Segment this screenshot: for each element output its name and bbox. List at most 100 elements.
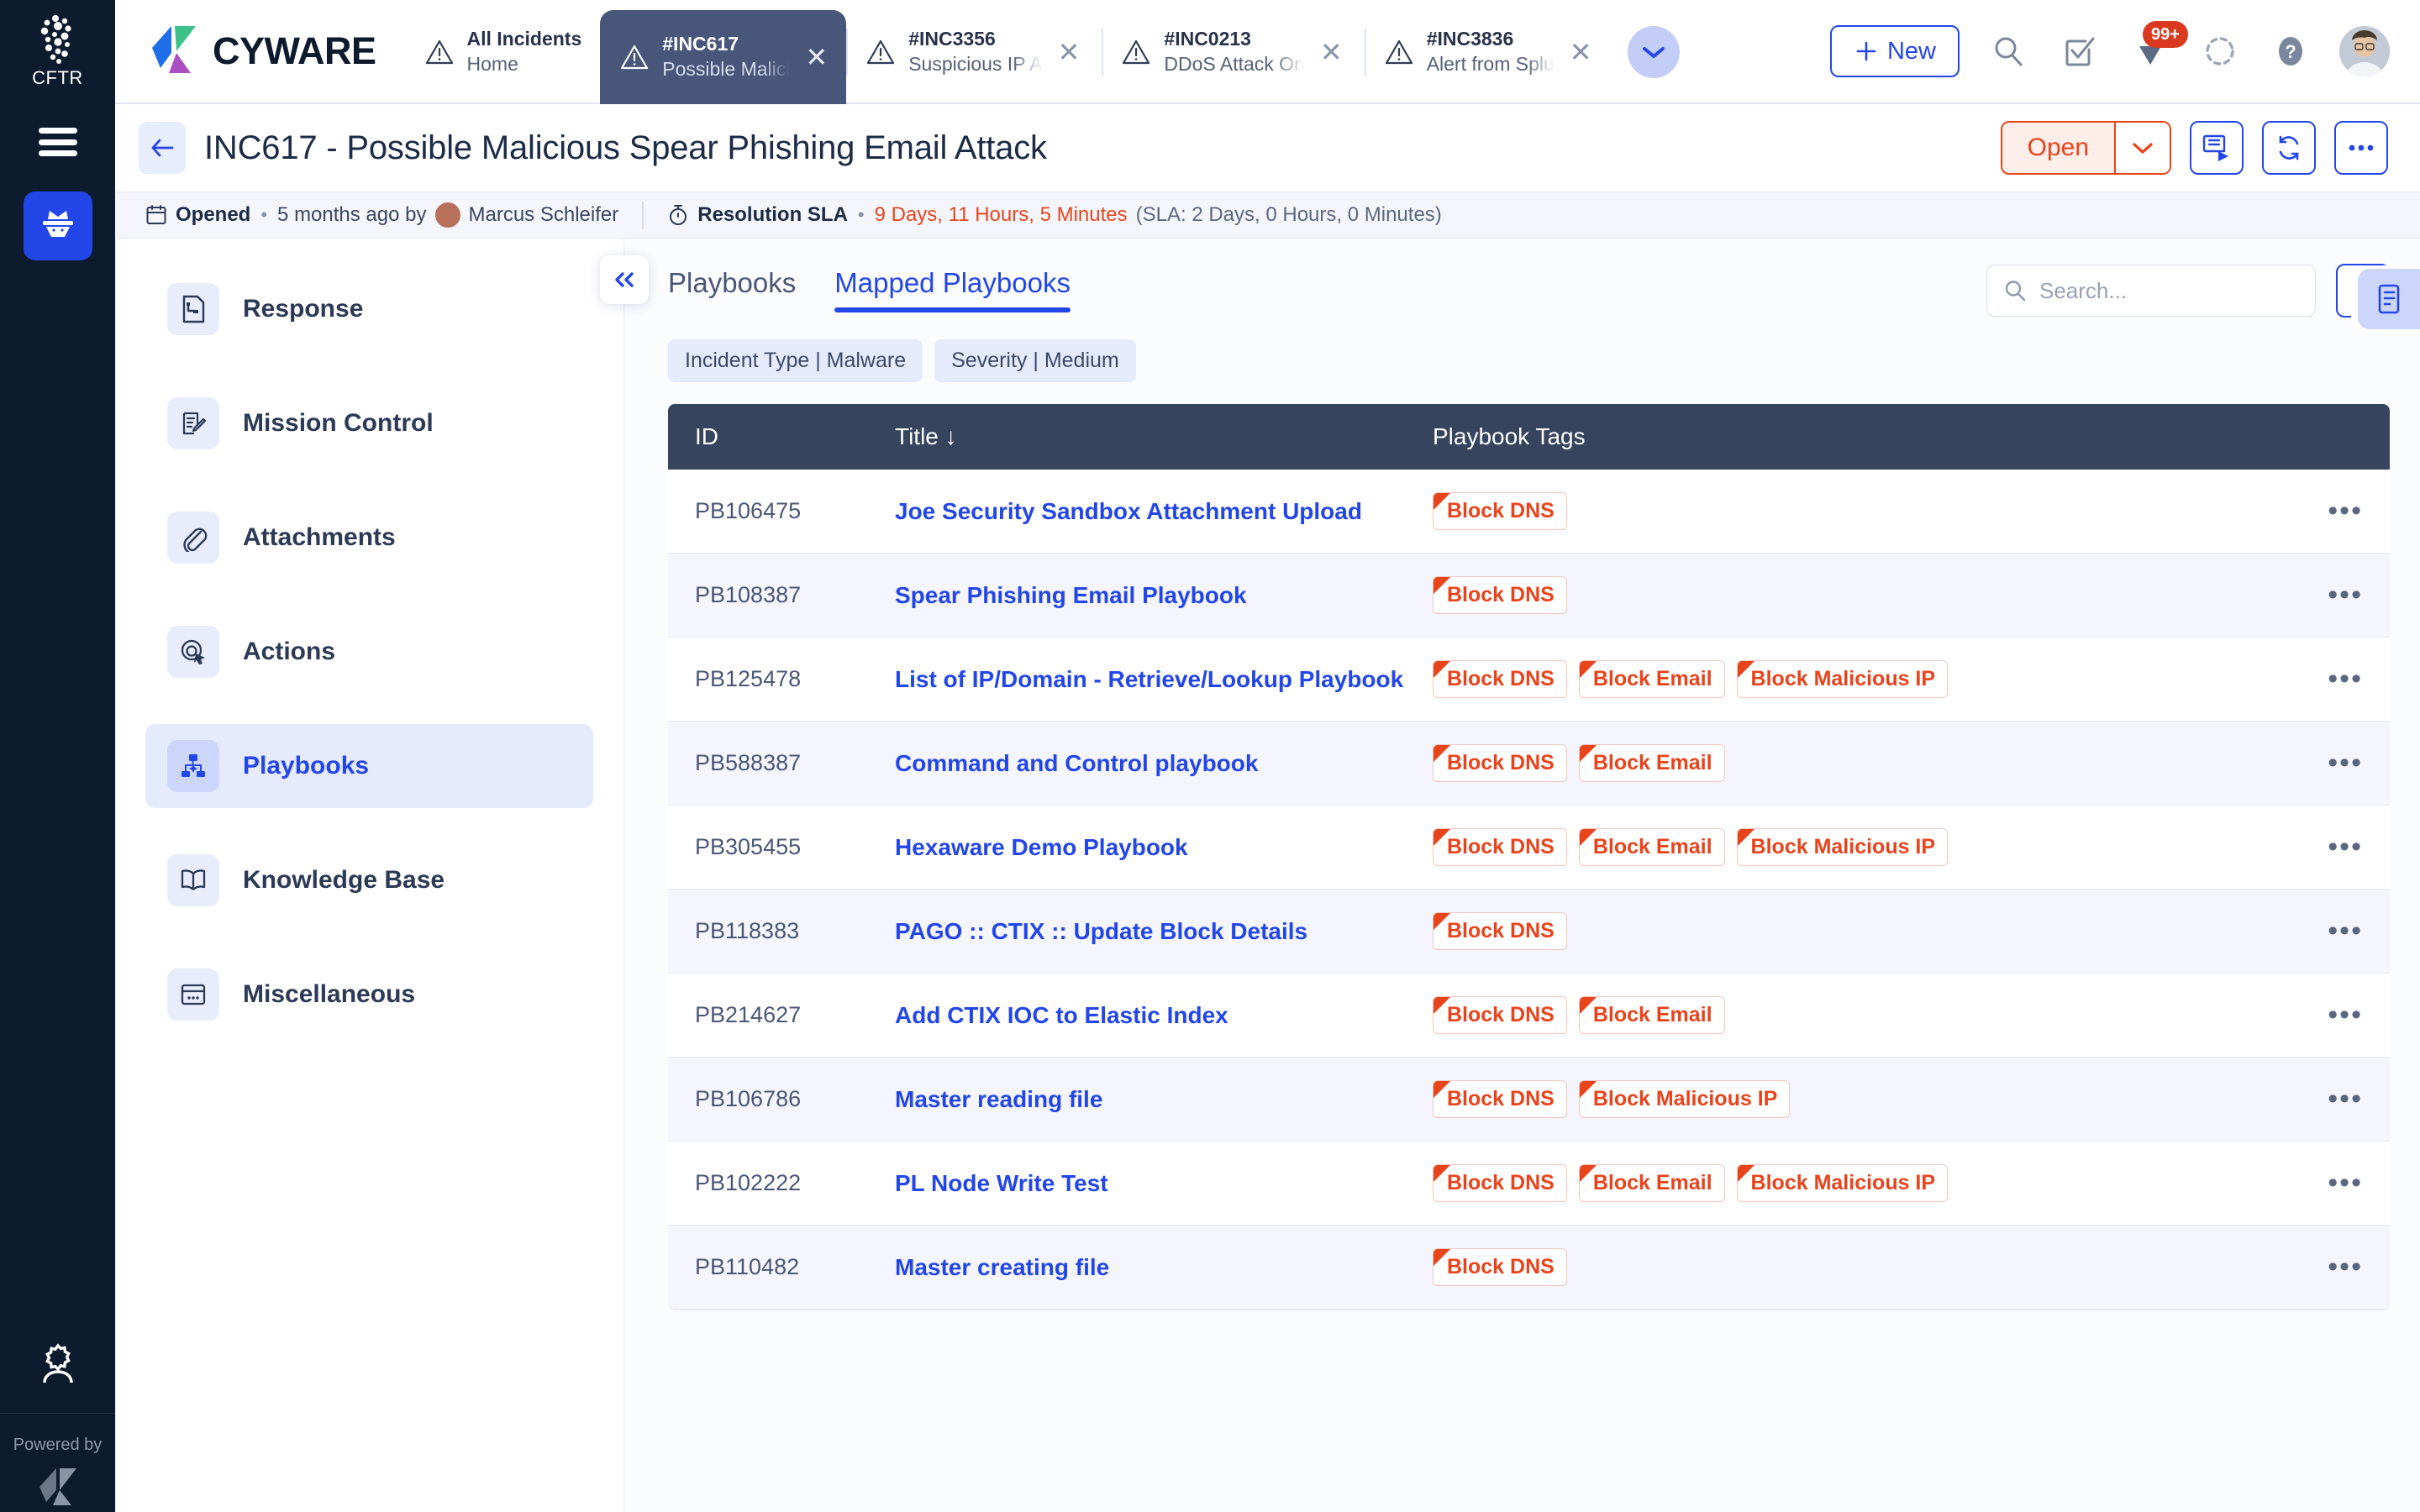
playbook-tag[interactable]: Block Email [1579, 744, 1725, 783]
search-input[interactable] [2039, 278, 2300, 304]
dashed-circle-icon[interactable] [2198, 29, 2242, 73]
playbook-title-link[interactable]: PAGO :: CTIX :: Update Block Details [895, 918, 1307, 944]
chevron-down-icon[interactable] [1628, 26, 1680, 78]
kebab-more-icon[interactable]: ••• [2286, 1092, 2363, 1106]
column-header-tags[interactable]: Playbook Tags [1433, 423, 2286, 450]
playbook-tag[interactable]: Block DNS [1433, 576, 1567, 615]
table-row[interactable]: PB588387Command and Control playbookBloc… [668, 722, 2390, 806]
column-header-title[interactable]: Title ↓ [895, 423, 1433, 450]
table-row[interactable]: PB214627Add CTIX IOC to Elastic IndexBlo… [668, 974, 2390, 1058]
sync-refresh-icon[interactable] [2262, 121, 2316, 175]
playbook-title-link[interactable]: Master creating file [895, 1254, 1109, 1280]
playbook-tag[interactable]: Block DNS [1433, 996, 1567, 1035]
tab-inc617[interactable]: #INC617 Possible Malici ✕ [600, 10, 846, 104]
kebab-more-icon[interactable]: ••• [2286, 924, 2363, 938]
sidebar-item-knowledge-base[interactable]: Knowledge Base [145, 838, 593, 922]
playbook-tag[interactable]: Block DNS [1433, 1080, 1567, 1119]
close-icon[interactable]: ✕ [1566, 39, 1596, 66]
hamburger-icon[interactable] [39, 128, 77, 156]
search-box[interactable] [1986, 265, 2316, 317]
playbook-tag[interactable]: Block DNS [1433, 828, 1567, 867]
admin-user-icon[interactable] [0, 1341, 115, 1414]
tab-inc3836[interactable]: #INC3836 Alert from Splu ✕ [1365, 0, 1614, 104]
cftr-logo: CFTR [30, 13, 86, 89]
back-arrow-icon[interactable] [139, 122, 186, 174]
playbook-tag[interactable]: Block Malicious IP [1737, 660, 1949, 699]
chevron-down-icon[interactable] [2114, 123, 2170, 173]
playbook-title-link[interactable]: Command and Control playbook [895, 750, 1258, 776]
playbook-title-link[interactable]: Joe Security Sandbox Attachment Upload [895, 498, 1362, 524]
double-chevron-left-icon[interactable] [600, 255, 649, 304]
table-row[interactable]: PB102222PL Node Write TestBlock DNSBlock… [668, 1142, 2390, 1226]
cyware-brand[interactable]: CYWARE [115, 0, 405, 102]
playbook-tag[interactable]: Block DNS [1433, 744, 1567, 783]
kebab-more-icon[interactable]: ••• [2286, 1176, 2363, 1190]
playbook-tag[interactable]: Block Email [1579, 1164, 1725, 1203]
status-value[interactable]: Open [2002, 123, 2114, 173]
timer-icon [667, 204, 689, 226]
playbook-tag[interactable]: Block Malicious IP [1737, 828, 1949, 867]
new-button[interactable]: New [1830, 25, 1960, 77]
incognito-spy-icon[interactable] [24, 192, 92, 260]
notes-panel-icon[interactable] [2358, 269, 2420, 329]
close-icon[interactable]: ✕ [1055, 39, 1084, 66]
run-playbook-icon[interactable] [2190, 121, 2244, 175]
kebab-more-icon[interactable]: ••• [2286, 1008, 2363, 1022]
playbook-tag[interactable]: Block DNS [1433, 912, 1567, 951]
table-row[interactable]: PB110482Master creating fileBlock DNS••• [668, 1226, 2390, 1310]
playbook-tag[interactable]: Block DNS [1433, 1248, 1567, 1287]
table-row[interactable]: PB118383PAGO :: CTIX :: Update Block Det… [668, 890, 2390, 974]
cell-playbook-title: Add CTIX IOC to Elastic Index [895, 1002, 1433, 1029]
sidebar-item-playbooks[interactable]: Playbooks [145, 724, 593, 808]
tab-all-incidents[interactable]: All Incidents Home [405, 0, 601, 104]
tab-playbooks[interactable]: Playbooks [668, 267, 796, 312]
table-row[interactable]: PB305455Hexaware Demo PlaybookBlock DNSB… [668, 806, 2390, 890]
search-icon[interactable] [1986, 29, 2030, 73]
help-question-icon[interactable]: ? [2269, 29, 2312, 73]
playbook-tag[interactable]: Block Email [1579, 828, 1725, 867]
sidebar-item-miscellaneous[interactable]: Miscellaneous [145, 953, 593, 1037]
sidebar-item-mission-control[interactable]: Mission Control [145, 381, 593, 465]
filter-chip-severity[interactable]: Severity | Medium [934, 339, 1136, 382]
playbook-title-link[interactable]: Add CTIX IOC to Elastic Index [895, 1002, 1228, 1028]
close-icon[interactable]: ✕ [802, 44, 831, 71]
kebab-more-icon[interactable]: ••• [2286, 840, 2363, 854]
column-header-id[interactable]: ID [695, 423, 895, 450]
playbook-tag[interactable]: Block Email [1579, 660, 1725, 699]
table-row[interactable]: PB125478List of IP/Domain - Retrieve/Loo… [668, 638, 2390, 722]
tab-mapped-playbooks[interactable]: Mapped Playbooks [834, 267, 1071, 312]
tab-inc0213[interactable]: #INC0213 DDoS Attack On ✕ [1102, 0, 1364, 104]
tab-inc3356[interactable]: #INC3356 Suspicious IP A ✕ [846, 0, 1102, 104]
sidebar-item-actions[interactable]: Actions [145, 610, 593, 694]
playbook-tag[interactable]: Block Email [1579, 996, 1725, 1035]
sidebar-item-attachments[interactable]: Attachments [145, 496, 593, 580]
kebab-more-icon[interactable]: ••• [2286, 672, 2363, 686]
playbook-title-link[interactable]: Master reading file [895, 1086, 1102, 1112]
notification-bell-icon[interactable]: 99+ [2128, 29, 2171, 73]
table-row[interactable]: PB106475Joe Security Sandbox Attachment … [668, 470, 2390, 554]
kebab-more-icon[interactable]: ••• [2286, 756, 2363, 770]
kebab-more-icon[interactable]: ••• [2286, 1260, 2363, 1274]
filter-chips: Incident Type | Malware Severity | Mediu… [668, 339, 2390, 382]
kebab-more-icon[interactable]: ••• [2286, 588, 2363, 602]
table-row[interactable]: PB108387Spear Phishing Email PlaybookBlo… [668, 554, 2390, 638]
filter-chip-incident-type[interactable]: Incident Type | Malware [668, 339, 923, 382]
sidebar-item-response[interactable]: Response [145, 267, 593, 351]
user-avatar[interactable] [2339, 26, 2390, 76]
playbook-tag[interactable]: Block Malicious IP [1579, 1080, 1791, 1119]
sidebar-item-label: Attachments [243, 523, 396, 552]
playbook-title-link[interactable]: Spear Phishing Email Playbook [895, 582, 1247, 608]
more-options-icon[interactable] [2334, 121, 2388, 175]
playbook-tag[interactable]: Block Malicious IP [1737, 1164, 1949, 1203]
playbook-title-link[interactable]: PL Node Write Test [895, 1170, 1108, 1196]
playbook-tag[interactable]: Block DNS [1433, 1164, 1567, 1203]
checkbox-check-icon[interactable] [2057, 29, 2101, 73]
playbook-title-link[interactable]: Hexaware Demo Playbook [895, 834, 1188, 860]
playbook-tag[interactable]: Block DNS [1433, 492, 1567, 531]
kebab-more-icon[interactable]: ••• [2286, 504, 2363, 518]
playbook-tag[interactable]: Block DNS [1433, 660, 1567, 699]
playbook-title-link[interactable]: List of IP/Domain - Retrieve/Lookup Play… [895, 666, 1403, 692]
close-icon[interactable]: ✕ [1317, 39, 1346, 66]
table-row[interactable]: PB106786Master reading fileBlock DNSBloc… [668, 1058, 2390, 1142]
cell-playbook-tags: Block DNS Block Malicious IP [1433, 1080, 2286, 1119]
